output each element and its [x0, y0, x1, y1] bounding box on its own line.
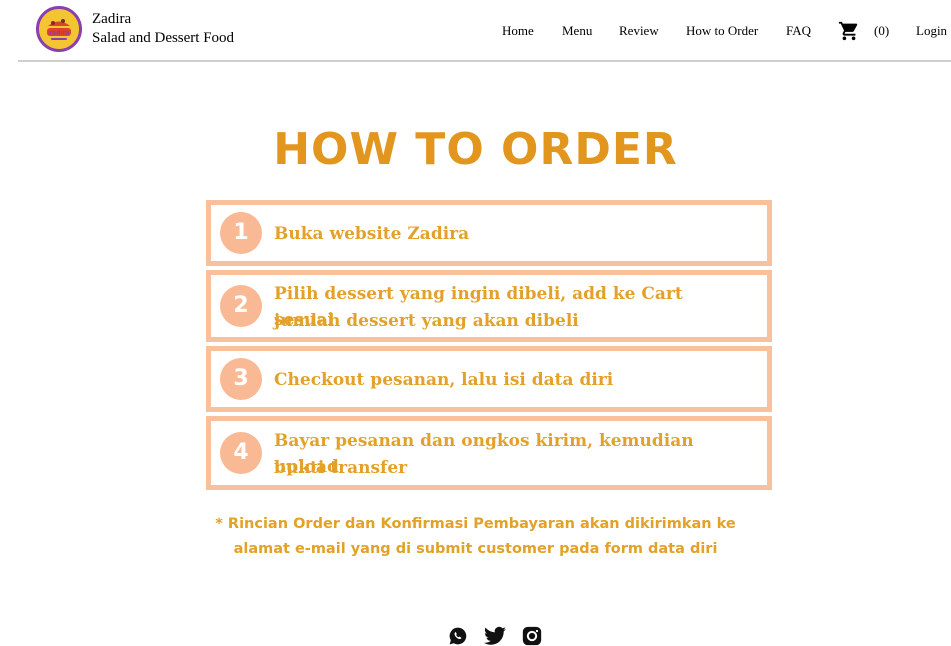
twitter-icon[interactable]	[484, 626, 506, 646]
step-card-4: 4 Bayar pesanan dan ongkos kirim, kemudi…	[206, 416, 772, 490]
step-card-3: 3 Checkout pesanan, lalu isi data diri	[206, 346, 772, 412]
whatsapp-icon[interactable]	[448, 626, 468, 646]
step-number-4: 4	[220, 432, 262, 474]
navbar-divider	[18, 60, 951, 62]
step-card-1: 1 Buka website Zadira	[206, 200, 772, 266]
step-text-2-line2: jumlah dessert yang akan dibeli	[274, 311, 579, 331]
navbar: zadira Zadira Salad and Dessert Food Hom…	[0, 0, 951, 62]
step-number-2: 2	[220, 285, 262, 327]
nav-faq[interactable]: FAQ	[786, 22, 811, 40]
nav-links: Home Menu Review How to Order FAQ Login	[0, 22, 951, 40]
step-card-2: 2 Pilih dessert yang ingin dibeli, add k…	[206, 270, 772, 342]
social-links	[448, 626, 548, 646]
page-title: HOW TO ORDER	[273, 124, 678, 175]
nav-login[interactable]: Login	[916, 22, 947, 40]
nav-menu[interactable]: Menu	[562, 22, 592, 40]
cart-icon[interactable]	[838, 20, 860, 42]
nav-how-to-order[interactable]: How to Order	[686, 22, 758, 40]
step-number-1: 1	[220, 212, 262, 254]
order-note: * Rincian Order dan Konfirmasi Pembayara…	[0, 512, 951, 562]
instagram-icon[interactable]	[522, 626, 542, 646]
step-text-1: Buka website Zadira	[274, 224, 470, 244]
step-text-4-line2: bukti transfer	[274, 458, 408, 478]
step-number-3: 3	[220, 358, 262, 400]
nav-home[interactable]: Home	[502, 22, 534, 40]
order-note-line1: * Rincian Order dan Konfirmasi Pembayara…	[215, 516, 736, 532]
order-note-line2: alamat e-mail yang di submit customer pa…	[233, 541, 718, 557]
cart-count[interactable]: (0)	[874, 22, 889, 40]
step-text-3: Checkout pesanan, lalu isi data diri	[274, 370, 614, 390]
nav-review[interactable]: Review	[619, 22, 659, 40]
